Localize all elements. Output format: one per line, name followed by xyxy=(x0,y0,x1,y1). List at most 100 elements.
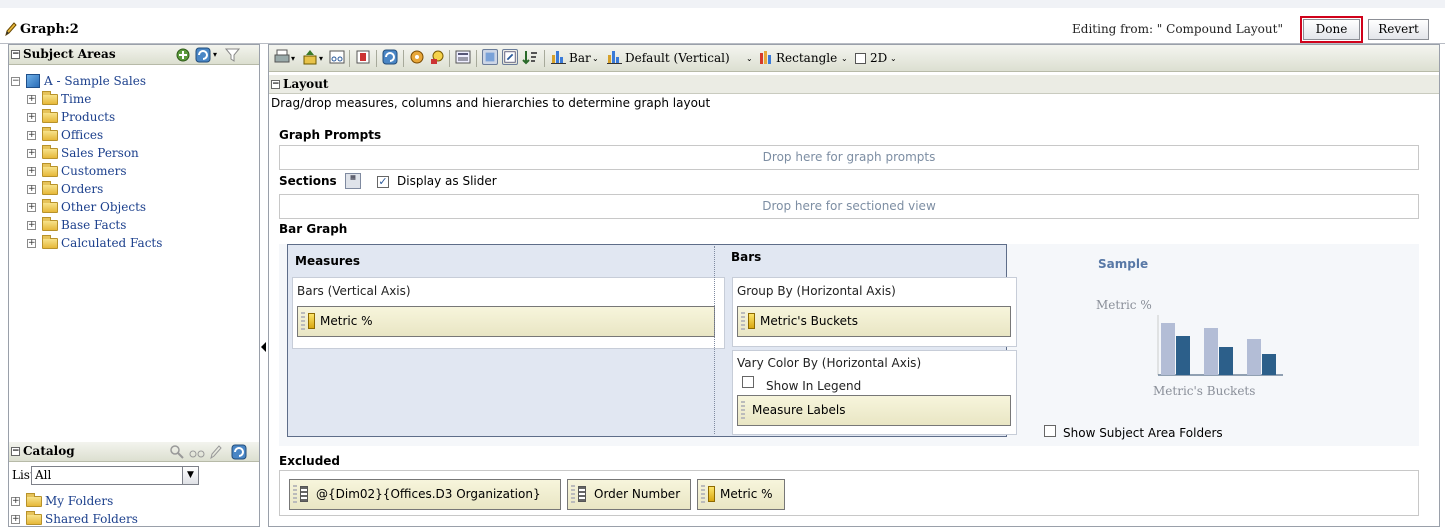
calculator-icon[interactable]: ▦ xyxy=(345,173,361,189)
done-button[interactable]: Done xyxy=(1300,16,1363,43)
tree-folder-time[interactable]: + Time xyxy=(27,90,91,108)
excluded-item-organization[interactable]: @{Dim02}{Offices.D3 Organization} xyxy=(289,479,561,510)
filter-icon[interactable] xyxy=(355,49,371,65)
format-icon[interactable] xyxy=(429,49,445,65)
collapse-icon[interactable]: − xyxy=(11,447,20,456)
tree-folder-offices[interactable]: + Offices xyxy=(27,126,103,144)
collapse-icon[interactable]: − xyxy=(271,80,280,89)
filter-icon[interactable] xyxy=(225,48,240,62)
bar-chart-icon[interactable] xyxy=(607,50,622,64)
drag-handle-icon[interactable] xyxy=(701,485,705,504)
chevron-down-icon[interactable]: ▼ xyxy=(182,467,198,484)
bars-header: Bars xyxy=(731,250,762,264)
chevron-down-icon[interactable]: ⌄ xyxy=(592,54,599,63)
folder-icon xyxy=(42,198,58,213)
tree-root[interactable]: − A - Sample Sales xyxy=(11,72,146,90)
tree-folder-other-objects[interactable]: + Other Objects xyxy=(27,198,146,216)
tree-folder-products[interactable]: + Products xyxy=(27,108,115,126)
panel-splitter[interactable] xyxy=(260,44,268,527)
expand-icon[interactable]: + xyxy=(27,148,36,158)
bar-style-icon[interactable] xyxy=(759,50,774,64)
drag-handle-icon[interactable] xyxy=(741,312,745,331)
refresh-icon[interactable] xyxy=(231,444,247,460)
toolbar-separator xyxy=(544,50,545,67)
expand-icon[interactable]: + xyxy=(27,184,36,194)
tree-folder-my-folders[interactable]: + My Folders xyxy=(11,492,113,510)
export-dropdown-icon[interactable]: ▾ xyxy=(319,54,323,63)
bar-chart-icon[interactable] xyxy=(551,50,566,64)
search-icon[interactable] xyxy=(169,444,185,460)
tree-folder-customers[interactable]: + Customers xyxy=(27,162,127,180)
measure-labels-pill[interactable]: Measure Labels xyxy=(737,395,1011,426)
expand-icon[interactable]: + xyxy=(27,94,36,104)
expand-icon[interactable]: + xyxy=(27,112,36,122)
tree-folder-base-facts[interactable]: + Base Facts xyxy=(27,216,126,234)
collapse-icon[interactable]: − xyxy=(11,76,20,86)
metric-buckets-pill[interactable]: Metric's Buckets xyxy=(737,306,1011,337)
tree-folder-label: Time xyxy=(61,92,92,106)
excluded-item-order-number[interactable]: Order Number xyxy=(567,479,691,510)
calculator-icon[interactable] xyxy=(455,49,471,65)
display-as-slider-checkbox[interactable]: ✓ xyxy=(377,176,389,188)
refresh-icon[interactable] xyxy=(195,47,211,63)
expand-icon[interactable]: + xyxy=(27,220,36,230)
drag-handle-icon[interactable] xyxy=(301,312,305,331)
show-in-legend-checkbox[interactable] xyxy=(742,376,754,388)
refresh-dropdown-icon[interactable]: ▾ xyxy=(213,45,217,64)
drag-handle-icon[interactable] xyxy=(571,485,575,504)
expand-icon[interactable]: + xyxy=(27,238,36,248)
tree-folder-sales-person[interactable]: + Sales Person xyxy=(27,144,139,162)
view-icon[interactable] xyxy=(189,445,205,459)
edit-icon[interactable] xyxy=(209,444,223,460)
chevron-down-icon[interactable]: ⌄ xyxy=(841,54,848,63)
expand-icon[interactable]: + xyxy=(27,202,36,212)
layout-title: Layout xyxy=(283,77,329,91)
edit-view-icon[interactable] xyxy=(502,49,518,65)
group-by-label: Group By (Horizontal Axis) xyxy=(737,284,896,298)
sections-dropzone[interactable]: Drop here for sectioned view xyxy=(279,194,1419,219)
sort-icon[interactable] xyxy=(522,49,538,65)
graph-type-label[interactable]: Bar xyxy=(569,51,591,65)
graph-prompts-dropzone[interactable]: Drop here for graph prompts xyxy=(279,145,1419,170)
tree-folder-orders[interactable]: + Orders xyxy=(27,180,103,198)
drag-handle-icon[interactable] xyxy=(293,485,297,504)
preview-icon[interactable] xyxy=(329,49,345,65)
metric-percent-pill[interactable]: Metric % xyxy=(297,306,715,337)
export-icon[interactable] xyxy=(302,49,318,65)
folder-icon xyxy=(42,216,58,231)
folder-icon xyxy=(42,144,58,159)
collapse-icon[interactable]: − xyxy=(11,50,20,59)
checkbox-icon[interactable] xyxy=(855,53,866,64)
collapse-left-icon[interactable] xyxy=(261,342,266,352)
chevron-down-icon[interactable]: ⌄ xyxy=(746,54,753,63)
excluded-item-metric-percent[interactable]: Metric % xyxy=(697,479,785,510)
expand-icon[interactable]: + xyxy=(11,514,20,524)
revert-button[interactable]: Revert xyxy=(1368,19,1429,40)
layout-view-icon[interactable] xyxy=(482,49,498,65)
chevron-down-icon[interactable]: ⌄ xyxy=(890,54,897,63)
sample-bar xyxy=(1176,336,1190,375)
graph-properties-icon[interactable] xyxy=(409,49,425,65)
catalog-list-select[interactable]: All ▼ xyxy=(31,466,199,485)
dimension-label[interactable]: 2D xyxy=(870,51,887,65)
print-icon[interactable] xyxy=(274,49,290,65)
layout-section-header[interactable]: − Layout xyxy=(269,75,1439,94)
graph-subtype-label[interactable]: Default (Vertical) xyxy=(625,51,730,65)
sample-bar xyxy=(1219,347,1233,375)
left-panel: − Subject Areas ▾ − A - Sample Sales + Time… xyxy=(8,44,260,527)
bar-style-label[interactable]: Rectangle xyxy=(776,51,837,65)
print-dropdown-icon[interactable]: ▾ xyxy=(291,54,295,63)
show-subject-area-folders-checkbox[interactable] xyxy=(1044,425,1056,437)
sample-bar xyxy=(1262,354,1276,375)
expand-icon[interactable]: + xyxy=(11,496,20,506)
drag-handle-icon[interactable] xyxy=(741,401,745,420)
expand-icon[interactable]: + xyxy=(27,166,36,176)
graph-prompts-label: Graph Prompts xyxy=(279,128,382,142)
folder-icon xyxy=(42,90,58,105)
tree-folder-shared-folders[interactable]: + Shared Folders xyxy=(11,510,138,527)
add-subject-area-icon[interactable] xyxy=(175,47,191,63)
tree-folder-calculated-facts[interactable]: + Calculated Facts xyxy=(27,234,162,252)
refresh-icon[interactable] xyxy=(382,49,398,65)
expand-icon[interactable]: + xyxy=(27,130,36,140)
toolbar-separator xyxy=(476,50,477,67)
